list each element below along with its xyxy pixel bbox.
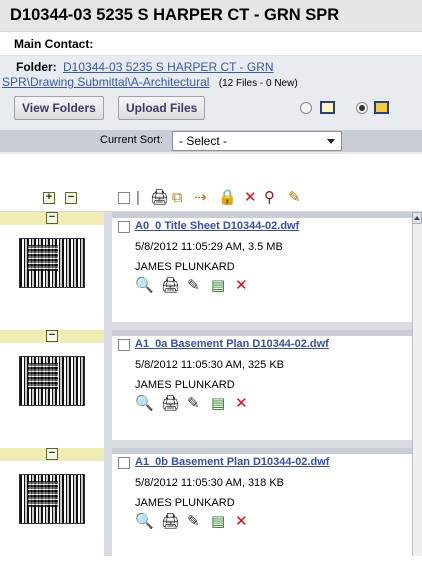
collapse-item-icon[interactable]: − bbox=[46, 330, 58, 342]
row-header-bar bbox=[112, 448, 412, 454]
lock-icon[interactable]: 🔒 bbox=[218, 190, 237, 206]
delete-icon[interactable]: ✕ bbox=[235, 394, 248, 414]
print-icon[interactable]: 🖨 bbox=[161, 276, 180, 296]
view-icon[interactable]: 🔍 bbox=[135, 394, 154, 414]
folder-file-count: (12 Files - 0 New) bbox=[218, 78, 298, 89]
folder-path-row: Folder: D10344-03 5235 S HARPER CT - GRN bbox=[16, 60, 422, 75]
delete-icon[interactable]: ✕ bbox=[244, 190, 257, 206]
edit-icon[interactable]: ✎ bbox=[187, 512, 200, 532]
folder-label: Folder: bbox=[16, 60, 57, 74]
file-meta: 5/8/2012 11:05:29 AM, 3.5 MB bbox=[135, 241, 283, 253]
thumbnail-view-radio[interactable] bbox=[356, 102, 368, 114]
collapse-all-icon[interactable]: − bbox=[65, 192, 77, 204]
sort-selected-value: - Select - bbox=[179, 134, 228, 148]
item-separator bbox=[104, 440, 422, 448]
divider-icon: | bbox=[136, 189, 140, 206]
file-meta: 5/8/2012 11:05:30 AM, 318 KB bbox=[135, 477, 285, 489]
file-owner: JAMES PLUNKARD bbox=[135, 497, 235, 509]
delete-icon[interactable]: ✕ bbox=[235, 512, 248, 532]
folder-path-row-2: SPR\Drawing Submittal\A-Architectural (1… bbox=[2, 75, 422, 91]
file-owner: JAMES PLUNKARD bbox=[135, 261, 235, 273]
select-all-checkbox[interactable] bbox=[118, 192, 130, 204]
drawing-thumbnail[interactable] bbox=[19, 356, 85, 406]
drawing-thumbnail[interactable] bbox=[19, 474, 85, 524]
thumbnail-header: − bbox=[0, 212, 104, 225]
folder-button-row: View Folders Upload Files bbox=[14, 96, 422, 122]
drawing-thumbnail[interactable] bbox=[19, 238, 85, 288]
file-owner: JAMES PLUNKARD bbox=[135, 379, 235, 391]
sort-bar: Current Sort: - Select - bbox=[0, 130, 422, 152]
file-checkbox[interactable] bbox=[118, 339, 130, 351]
vertical-scrollbar[interactable] bbox=[412, 212, 422, 556]
print-icon[interactable]: 🖨 bbox=[150, 190, 169, 206]
delete-icon[interactable]: ✕ bbox=[235, 276, 248, 296]
edit-icon[interactable]: ✎ bbox=[187, 394, 200, 414]
thumbnail-header: − bbox=[0, 330, 104, 343]
file-list: − A0_0 Title Sheet D10344-02.dwf 5/8/201… bbox=[0, 212, 422, 556]
file-checkbox[interactable] bbox=[118, 457, 130, 469]
move-icon[interactable]: ⇢ bbox=[194, 190, 207, 206]
properties-icon[interactable]: ▤ bbox=[211, 394, 225, 414]
row-header-bar bbox=[112, 212, 412, 218]
list-view-radio[interactable] bbox=[300, 102, 312, 114]
scroll-up-icon[interactable] bbox=[412, 212, 422, 224]
item-separator bbox=[104, 322, 422, 330]
thumbnail-view-icon bbox=[374, 101, 389, 114]
page-title: D10344-03 5235 S HARPER CT - GRN SPR bbox=[0, 0, 422, 32]
edit-icon[interactable]: ✎ bbox=[187, 276, 200, 296]
sort-label: Current Sort: bbox=[100, 134, 163, 146]
print-icon[interactable]: 🖨 bbox=[161, 512, 180, 532]
expand-all-icon[interactable]: + bbox=[43, 192, 55, 204]
file-toolbar: + − | 🖨 ⧉ ⇢ 🔒 ✕ ⚲ ✎ bbox=[0, 186, 422, 212]
file-name-link[interactable]: A1_0a Basement Plan D10344-02.dwf bbox=[135, 338, 329, 350]
edit-icon[interactable]: ✎ bbox=[288, 190, 301, 206]
folder-path-link-2[interactable]: SPR\Drawing Submittal\A-Architectural bbox=[2, 75, 209, 89]
folder-path-link-1[interactable]: D10344-03 5235 S HARPER CT - GRN bbox=[63, 60, 274, 74]
stamp-icon[interactable]: ⚲ bbox=[264, 190, 275, 206]
file-checkbox[interactable] bbox=[118, 221, 130, 233]
print-icon[interactable]: 🖨 bbox=[161, 394, 180, 414]
folder-panel: Folder: D10344-03 5235 S HARPER CT - GRN… bbox=[0, 56, 422, 154]
copy-icon[interactable]: ⧉ bbox=[172, 190, 183, 206]
view-icon[interactable]: 🔍 bbox=[135, 276, 154, 296]
chevron-down-icon bbox=[327, 139, 335, 144]
row-header-bar bbox=[112, 330, 412, 336]
list-item: − A0_0 Title Sheet D10344-02.dwf 5/8/201… bbox=[0, 212, 412, 328]
properties-icon[interactable]: ▤ bbox=[211, 512, 225, 532]
view-icon[interactable]: 🔍 bbox=[135, 512, 154, 532]
upload-files-button[interactable]: Upload Files bbox=[118, 96, 206, 120]
collapse-item-icon[interactable]: − bbox=[46, 212, 58, 224]
file-name-link[interactable]: A1_0b Basement Plan D10344-02.dwf bbox=[135, 456, 329, 468]
properties-icon[interactable]: ▤ bbox=[211, 276, 225, 296]
main-contact-label: Main Contact: bbox=[0, 32, 422, 56]
list-item: − A1_0b Basement Plan D10344-02.dwf 5/8/… bbox=[0, 448, 412, 564]
sort-select[interactable]: - Select - bbox=[172, 131, 342, 151]
list-item: − A1_0a Basement Plan D10344-02.dwf 5/8/… bbox=[0, 330, 412, 446]
file-meta: 5/8/2012 11:05:30 AM, 325 KB bbox=[135, 359, 285, 371]
collapse-item-icon[interactable]: − bbox=[46, 448, 58, 460]
view-folders-button[interactable]: View Folders bbox=[14, 96, 104, 120]
thumbnail-header: − bbox=[0, 448, 104, 461]
file-name-link[interactable]: A0_0 Title Sheet D10344-02.dwf bbox=[135, 220, 299, 232]
list-view-icon bbox=[320, 101, 335, 114]
